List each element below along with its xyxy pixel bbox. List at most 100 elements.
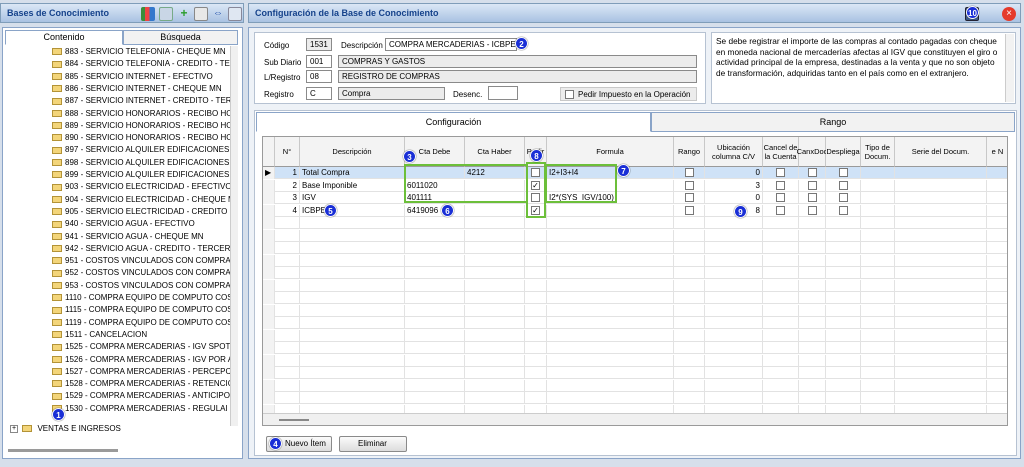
grid-cell[interactable] (987, 392, 1007, 404)
tab-busqueda[interactable]: Búsqueda (123, 30, 238, 45)
grid-cell[interactable] (674, 317, 705, 329)
registro-code-field[interactable]: C (306, 87, 332, 100)
grid-cell[interactable] (275, 242, 300, 254)
grid-cell[interactable] (987, 292, 1007, 304)
grid-cell[interactable] (763, 317, 799, 329)
grid-header[interactable]: Tipo de Docum. (861, 137, 895, 167)
grid-cell[interactable] (861, 279, 895, 292)
grid-header[interactable]: Cta Haber (465, 137, 525, 167)
grid-cell[interactable] (547, 367, 674, 379)
grid-cell[interactable] (525, 354, 547, 367)
grid-cell[interactable] (895, 392, 987, 404)
grid-cell[interactable] (763, 267, 799, 279)
tree-item[interactable]: 890 - SERVICIO HONORARIOS - RECIBO HO (50, 132, 232, 144)
grid-cell[interactable] (465, 342, 525, 354)
tab-rango[interactable]: Rango (651, 112, 1015, 132)
tree-item[interactable]: 883 - SERVICIO TELEFONIA - CHEQUE MN (50, 46, 226, 58)
tree-item[interactable]: 1511 - CANCELACION (50, 329, 147, 341)
grid-cell[interactable] (705, 379, 763, 392)
grid-cell[interactable] (861, 242, 895, 254)
tree-item[interactable]: 951 - COSTOS VINCULADOS CON COMPRA (50, 255, 231, 267)
grid-cell[interactable] (547, 329, 674, 342)
note-scrollbar[interactable] (1005, 34, 1014, 102)
grid-cell[interactable] (799, 267, 826, 279)
grid-cell[interactable] (275, 217, 300, 229)
grid-cell[interactable] (826, 317, 861, 329)
grid-cell[interactable] (895, 192, 987, 204)
grid-header[interactable]: Cancel de la Cuenta (763, 137, 799, 167)
tree-item[interactable]: 941 - SERVICIO AGUA - CHEQUE MN (50, 231, 204, 243)
tree-scrollbar[interactable] (230, 46, 238, 426)
grid-header[interactable]: Ubicación columna C/V (705, 137, 763, 167)
grid-cell[interactable] (987, 205, 1007, 217)
despliega-checkbox[interactable] (838, 205, 848, 215)
grid-cell[interactable] (263, 304, 275, 317)
grid-cell[interactable] (826, 292, 861, 304)
pedir-impuesto-checkbox[interactable] (565, 90, 574, 99)
grid-cell[interactable] (799, 304, 826, 317)
grid-cell[interactable] (895, 317, 987, 329)
grid-cell[interactable] (987, 367, 1007, 379)
tree-item[interactable]: 889 - SERVICIO HONORARIOS - RECIBO HO (50, 120, 232, 132)
grid-cell[interactable] (987, 255, 1007, 267)
grid-cell[interactable] (826, 367, 861, 379)
grid-cell[interactable] (826, 229, 861, 242)
grid-cell[interactable] (895, 217, 987, 229)
cancel-checkbox[interactable] (776, 180, 785, 190)
grid-cell[interactable] (275, 392, 300, 404)
rango-checkbox[interactable] (684, 168, 694, 177)
grid-header[interactable]: Formula (547, 137, 674, 167)
grid-cell[interactable] (705, 254, 763, 267)
grid-cell[interactable] (300, 317, 405, 329)
tree-item[interactable]: 898 - SERVICIO ALQUILER EDIFICACIONES - (50, 157, 232, 169)
despliega-checkbox[interactable] (838, 168, 848, 177)
grid-cell[interactable]: 0 (705, 192, 763, 204)
grid-cell[interactable] (705, 354, 763, 367)
despliega-checkbox[interactable] (838, 193, 848, 202)
tree-item[interactable]: 1526 - COMPRA MERCADERIAS - IGV POR A (50, 354, 232, 366)
grid-cell[interactable] (861, 167, 895, 179)
grid-cell[interactable] (895, 329, 987, 342)
grid-cell[interactable] (263, 217, 275, 229)
grid-cell[interactable] (799, 217, 826, 229)
grid-cell[interactable] (799, 292, 826, 304)
table-row[interactable] (263, 392, 1007, 404)
grid-cell[interactable] (763, 329, 799, 342)
grid-cell[interactable] (826, 242, 861, 254)
grid-cell[interactable] (987, 180, 1007, 192)
grid-cell[interactable] (799, 279, 826, 292)
grid-cell[interactable] (763, 392, 799, 404)
grid-cell[interactable] (763, 242, 799, 254)
grid-cell[interactable] (987, 167, 1007, 179)
grid-cell[interactable] (987, 267, 1007, 279)
tree-item[interactable]: 953 - COSTOS VINCULADOS CON COMPRA (50, 280, 231, 292)
grid-cell[interactable] (826, 342, 861, 354)
grid-cell[interactable] (465, 367, 525, 379)
grid-cell[interactable] (405, 229, 465, 242)
grid-cell[interactable] (861, 229, 895, 242)
grid-cell[interactable] (826, 279, 861, 292)
tree-item[interactable]: 888 - SERVICIO HONORARIOS - RECIBO HO (50, 108, 232, 120)
grid-cell[interactable] (705, 367, 763, 379)
eliminar-button[interactable]: Eliminar (339, 436, 407, 452)
canxdoc-checkbox[interactable] (807, 180, 817, 190)
grid-cell[interactable] (674, 354, 705, 367)
grid-cell[interactable] (263, 379, 275, 392)
grid-cell[interactable] (895, 167, 987, 179)
grid-cell[interactable] (275, 317, 300, 329)
grid-cell[interactable] (826, 329, 861, 342)
grid-cell[interactable] (525, 342, 547, 354)
grid-cell[interactable] (263, 254, 275, 267)
grid-cell[interactable]: 2 (275, 179, 300, 192)
grid-cell[interactable] (547, 292, 674, 304)
grid-cell[interactable] (405, 317, 465, 329)
grid-cell[interactable] (263, 279, 275, 292)
grid-cell[interactable] (987, 192, 1007, 204)
grid-cell[interactable] (465, 242, 525, 254)
grid-cell[interactable] (705, 304, 763, 317)
grid-cell[interactable] (799, 392, 826, 404)
grid-cell[interactable] (405, 279, 465, 292)
grid-cell[interactable] (300, 392, 405, 404)
grid-cell[interactable] (547, 217, 674, 229)
grid-cell[interactable] (763, 292, 799, 304)
